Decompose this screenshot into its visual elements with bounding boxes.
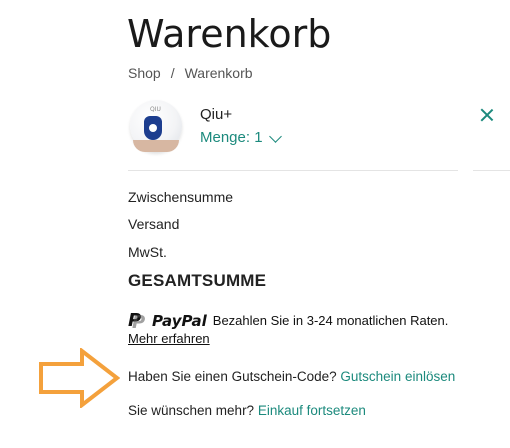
close-icon[interactable] xyxy=(480,108,494,122)
learn-more-link[interactable]: Mehr erfahren xyxy=(128,331,210,347)
tax-label: MwSt. xyxy=(128,244,167,260)
total-label: GESAMTSUMME xyxy=(128,271,267,290)
divider xyxy=(473,170,510,171)
product-name[interactable]: Qiu+ xyxy=(200,106,232,124)
divider xyxy=(128,170,458,171)
paypal-message: PP PayPal Bezahlen Sie in 3-24 monatlich… xyxy=(128,310,449,333)
product-device-shape xyxy=(144,116,162,140)
shipping-label: Versand xyxy=(128,216,180,232)
coupon-row: Haben Sie einen Gutschein-Code? Gutschei… xyxy=(128,368,455,385)
product-image[interactable]: QIU xyxy=(130,100,182,152)
product-hand-shape xyxy=(133,140,179,152)
breadcrumb-separator: / xyxy=(170,65,175,81)
continue-shopping-link[interactable]: Einkauf fortsetzen xyxy=(258,403,366,418)
breadcrumb-shop-link[interactable]: Shop xyxy=(128,64,161,82)
continue-row: Sie wünschen mehr? Einkauf fortsetzen xyxy=(128,402,366,419)
page-title: Warenkorb xyxy=(127,12,332,56)
paypal-icon: PP xyxy=(128,310,146,333)
breadcrumb: Shop / Warenkorb xyxy=(128,64,253,82)
chevron-down-icon xyxy=(268,129,282,143)
breadcrumb-current: Warenkorb xyxy=(184,65,253,81)
quantity-dropdown[interactable]: Menge: 1 xyxy=(200,129,282,147)
paypal-brand: PayPal xyxy=(152,312,207,330)
paypal-text: Bezahlen Sie in 3-24 monatlichen Raten. xyxy=(212,313,449,328)
coupon-question: Haben Sie einen Gutschein-Code? xyxy=(128,369,337,384)
redeem-coupon-link[interactable]: Gutschein einlösen xyxy=(340,369,455,384)
arrow-right-icon xyxy=(39,348,120,408)
quantity-label: Menge: 1 xyxy=(200,129,263,146)
product-logo: QIU xyxy=(150,106,161,113)
continue-question: Sie wünschen mehr? xyxy=(128,403,255,418)
subtotal-label: Zwischensumme xyxy=(128,189,234,205)
